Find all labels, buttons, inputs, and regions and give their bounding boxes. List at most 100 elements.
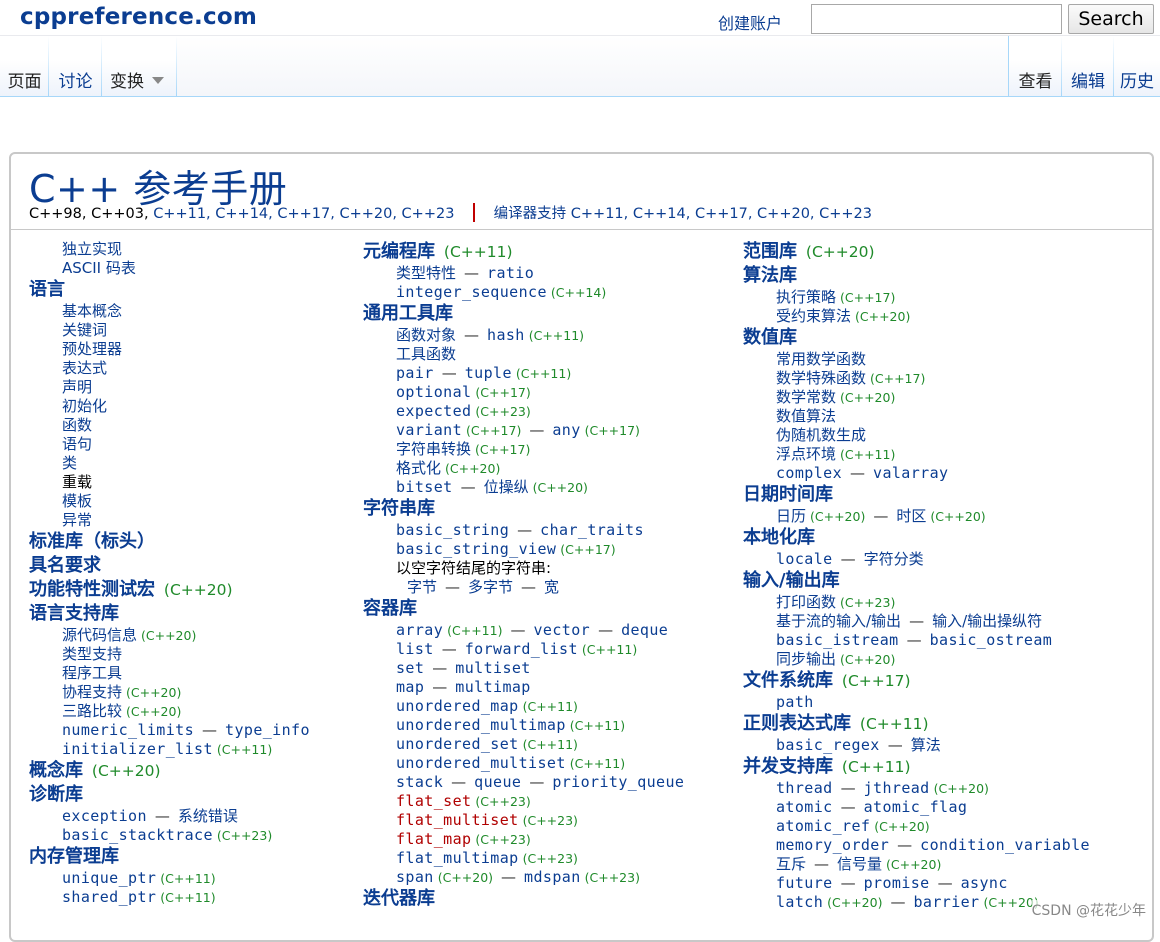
topic-link[interactable]: 三路比较 (62, 702, 122, 720)
code-link[interactable]: basic_string_view (396, 540, 556, 558)
code-link[interactable]: variant (396, 421, 462, 439)
code-link[interactable]: exception (62, 807, 147, 825)
code-link[interactable]: unordered_multiset (396, 754, 566, 772)
code-link[interactable]: queue (474, 773, 521, 791)
topic-link[interactable]: 多字节 (468, 578, 513, 596)
topic-link[interactable]: 表达式 (62, 359, 107, 377)
code-link[interactable]: any (552, 421, 580, 439)
code-link[interactable]: unique_ptr (62, 869, 156, 887)
section-link[interactable]: 字符串库 (363, 498, 435, 519)
topic-link[interactable]: 算法 (911, 736, 941, 754)
topic-link[interactable]: 执行策略 (776, 288, 836, 306)
section-link[interactable]: 算法库 (743, 265, 797, 286)
code-link[interactable]: type_info (225, 721, 310, 739)
section-link[interactable]: 本地化库 (743, 527, 815, 548)
search-button[interactable]: Search (1068, 4, 1154, 34)
section-link[interactable]: 语言支持库 (29, 603, 119, 624)
code-link[interactable]: atomic_ref (776, 817, 870, 835)
tab-edit[interactable]: 编辑 (1062, 36, 1114, 96)
code-link[interactable]: vector (533, 621, 590, 639)
topic-link[interactable]: 常用数学函数 (776, 350, 866, 368)
section-link[interactable]: 语言 (29, 279, 65, 300)
code-link[interactable]: async (961, 874, 1008, 892)
code-link[interactable]: jthread (864, 779, 930, 797)
missing-page-link[interactable]: flat_set (396, 792, 471, 810)
code-link[interactable]: flat_multimap (396, 849, 519, 867)
section-link[interactable]: 迭代器库 (363, 888, 435, 909)
code-link[interactable]: multiset (455, 659, 530, 677)
code-link[interactable]: pair (396, 364, 434, 382)
section-link[interactable]: 诊断库 (29, 784, 83, 805)
topic-link[interactable]: 字符分类 (864, 550, 924, 568)
topic-link[interactable]: 声明 (62, 378, 92, 396)
section-link[interactable]: 容器库 (363, 598, 417, 619)
topic-link[interactable]: 工具函数 (396, 345, 456, 363)
code-link[interactable]: memory_order (776, 836, 889, 854)
code-link[interactable]: atomic_flag (864, 798, 968, 816)
topic-link[interactable]: 互斥 (776, 855, 806, 873)
code-link[interactable]: complex (776, 464, 842, 482)
code-link[interactable]: multimap (455, 678, 530, 696)
section-link[interactable]: 功能特性测试宏 (29, 579, 155, 600)
code-link[interactable]: span (396, 868, 434, 886)
code-link[interactable]: numeric_limits (62, 721, 194, 739)
topic-link[interactable]: 受约束算法 (776, 307, 851, 325)
code-link[interactable]: basic_ostream (930, 631, 1053, 649)
topic-link[interactable]: 类 (62, 454, 77, 472)
section-link[interactable]: 通用工具库 (363, 303, 453, 324)
code-link[interactable]: unordered_set (396, 735, 519, 753)
search-input[interactable] (811, 4, 1062, 34)
topic-link[interactable]: 同步输出 (776, 650, 836, 668)
topic-link[interactable]: 系统错误 (178, 807, 238, 825)
code-link[interactable]: deque (621, 621, 668, 639)
topic-link[interactable]: 语句 (62, 435, 92, 453)
topic-link[interactable]: 类型特性 (396, 264, 456, 282)
code-link[interactable]: forward_list (465, 640, 578, 658)
code-link[interactable]: initializer_list (62, 740, 213, 758)
versions-links[interactable]: C++11, C++14, C++17, C++20, C++23 (153, 206, 454, 222)
topic-link[interactable]: 基于流的输入/输出 (776, 612, 901, 630)
topic-link[interactable]: 字节 (407, 578, 437, 596)
section-link[interactable]: 内存管理库 (29, 846, 119, 867)
code-link[interactable]: array (396, 621, 443, 639)
code-link[interactable]: bitset (396, 478, 453, 496)
missing-page-link[interactable]: flat_multiset (396, 811, 519, 829)
code-link[interactable]: integer_sequence (396, 283, 547, 301)
site-logo[interactable]: cppreference.com (20, 4, 257, 30)
tab-view[interactable]: 查看 (1008, 36, 1062, 96)
tab-discussion[interactable]: 讨论 (49, 36, 102, 96)
code-link[interactable]: char_traits (540, 521, 644, 539)
code-link[interactable]: list (396, 640, 434, 658)
code-link[interactable]: basic_istream (776, 631, 899, 649)
tab-page[interactable]: 页面 (0, 36, 49, 96)
topic-link[interactable]: 格式化 (396, 459, 441, 477)
compiler-support-link[interactable]: 编译器支持 C++11, C++14, C++17, C++20, C++23 (494, 206, 872, 222)
topic-link[interactable]: 时区 (896, 507, 926, 525)
topic-link[interactable]: 关键词 (62, 321, 107, 339)
topic-link[interactable]: 异常 (62, 511, 92, 529)
topic-link[interactable]: 数值算法 (776, 407, 836, 425)
topic-link[interactable]: 信号量 (837, 855, 882, 873)
tab-history[interactable]: 历史 (1114, 36, 1160, 96)
section-link[interactable]: 数值库 (743, 327, 797, 348)
section-link[interactable]: 文件系统库 (743, 670, 833, 691)
topic-link[interactable]: 程序工具 (62, 664, 122, 682)
topic-link[interactable]: 伪随机数生成 (776, 426, 866, 444)
topic-link[interactable]: 独立实现 (62, 240, 122, 258)
code-link[interactable]: set (396, 659, 424, 677)
code-link[interactable]: valarray (873, 464, 948, 482)
section-link[interactable]: 概念库 (29, 760, 83, 781)
code-link[interactable]: path (776, 693, 814, 711)
create-account-link[interactable]: 创建账户 (718, 10, 782, 34)
topic-link[interactable]: 数学常数 (776, 388, 836, 406)
code-link[interactable]: unordered_map (396, 697, 519, 715)
code-link[interactable]: shared_ptr (62, 888, 156, 906)
code-link[interactable]: barrier (913, 893, 979, 911)
section-link[interactable]: 正则表达式库 (743, 713, 851, 734)
code-link[interactable]: locale (776, 550, 833, 568)
topic-link[interactable]: 协程支持 (62, 683, 122, 701)
code-link[interactable]: priority_queue (552, 773, 684, 791)
topic-link[interactable]: 基本概念 (62, 302, 122, 320)
topic-link[interactable]: 位操纵 (484, 478, 529, 496)
section-link[interactable]: 日期时间库 (743, 484, 833, 505)
